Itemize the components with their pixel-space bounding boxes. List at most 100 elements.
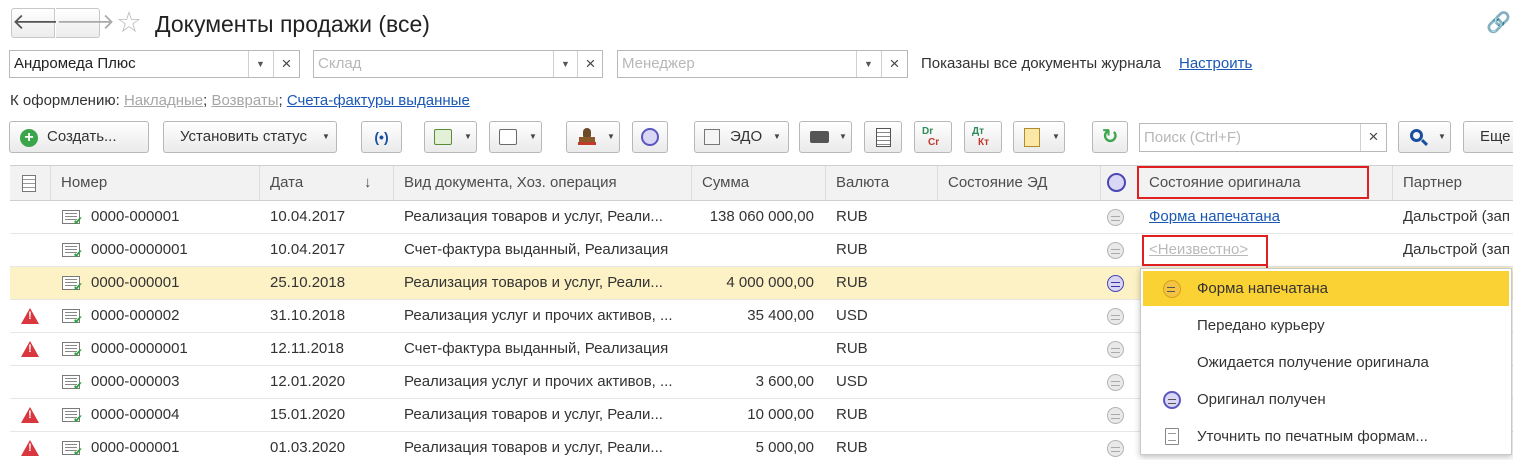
original-state-icon[interactable] [1107, 242, 1124, 259]
search-options-button[interactable]: ▼ [1398, 121, 1451, 153]
menu-item-label: Уточнить по печатным формам... [1197, 428, 1428, 445]
cell-date: 10.04.2017 [270, 208, 346, 225]
exchange-button[interactable]: (•) [361, 121, 402, 153]
stamp-button[interactable]: ▼ [566, 121, 620, 153]
menu-item-awaiting[interactable]: Ожидается получение оригинала [1143, 345, 1509, 380]
header-document-icon[interactable] [10, 166, 51, 200]
checkmark-icon: ✔ [73, 445, 84, 459]
attachments-button[interactable]: ▼ [1013, 121, 1065, 153]
forward-button[interactable]: 🡒 [56, 8, 115, 38]
cell-sum: 35 400,00 [747, 307, 814, 324]
original-state-button[interactable] [632, 121, 668, 153]
menu-item-clarify[interactable]: Уточнить по печатным формам... [1143, 419, 1509, 454]
col-ed-state[interactable]: Состояние ЭД [938, 166, 1101, 200]
col-original-icon[interactable] [1101, 166, 1139, 200]
sort-down-icon: ↓ [364, 174, 372, 191]
configure-link[interactable]: Настроить [1179, 55, 1252, 72]
menu-item-courier[interactable]: Передано курьеру [1143, 308, 1509, 343]
close-icon[interactable]: × [273, 51, 299, 77]
set-status-button[interactable]: Установить статус ▼ [163, 121, 337, 153]
dt-kt-button[interactable]: Дт Кт [964, 121, 1002, 153]
original-state-icon[interactable] [1107, 440, 1124, 457]
create-button[interactable]: + Создать... [9, 121, 149, 153]
cell-number: 0000-000004 [91, 406, 180, 423]
create-based-button[interactable]: ▼ [424, 121, 477, 153]
dr-cr-button[interactable]: Dr Cr [914, 121, 952, 153]
original-state-icon[interactable] [1107, 275, 1124, 292]
tax-invoices-link[interactable]: Счета-фактуры выданные [287, 92, 470, 109]
menu-item-label: Форма напечатана [1197, 280, 1329, 297]
cell-date: 12.11.2018 [270, 340, 344, 357]
chevron-down-icon: ▼ [773, 132, 781, 141]
edo-label: ЭДО [730, 128, 763, 145]
original-state-icon [1107, 173, 1126, 192]
close-icon[interactable]: × [1360, 124, 1386, 151]
menu-item-received[interactable]: Оригинал получен [1143, 382, 1509, 417]
document-icon [22, 175, 36, 192]
original-state-icon[interactable] [1107, 308, 1124, 325]
table-row[interactable]: ✔ 0000-0000001 10.04.2017 Счет-фактура выда… [10, 234, 1513, 267]
cell-date: 25.10.2018 [270, 274, 346, 291]
cell-currency: RUB [836, 274, 868, 291]
edo-button[interactable]: ЭДО ▼ [694, 121, 789, 153]
warning-mark: ! [28, 442, 32, 454]
menu-item-label: Ожидается получение оригинала [1197, 354, 1429, 371]
cell-original-state[interactable]: Форма напечатана [1149, 201, 1389, 233]
cell-doc-type: Счет-фактура выданный, Реализация [404, 340, 669, 357]
checkmark-icon: ✔ [73, 379, 84, 393]
col-date-label: Дата [270, 174, 304, 191]
dr-cr-icon: Dr Cr [922, 126, 940, 148]
table-row[interactable]: ✔ 0000-000001 10.04.2017 Реализация товаров… [10, 201, 1513, 234]
chevron-down-icon[interactable]: ▼ [248, 51, 272, 77]
original-state-icon[interactable] [1107, 374, 1124, 391]
close-icon[interactable]: × [577, 51, 603, 77]
favorite-star-icon[interactable]: ☆ [116, 6, 142, 40]
col-partner[interactable]: Партнер [1393, 166, 1513, 200]
organization-field[interactable]: Андромеда Плюс ▼ × [9, 50, 300, 78]
link-icon[interactable]: 🔗 [1486, 10, 1511, 35]
search-input[interactable]: Поиск (Ctrl+F) × [1139, 123, 1387, 152]
printer-icon [810, 131, 829, 143]
organization-value: Андромеда Плюс [14, 55, 136, 72]
original-state-icon[interactable] [1107, 407, 1124, 424]
checkmark-icon: ✔ [73, 214, 84, 228]
print-button[interactable]: ▼ [799, 121, 852, 153]
cell-sum: 5 000,00 [755, 439, 814, 456]
more-button[interactable]: Еще [1463, 121, 1513, 153]
returns-link[interactable]: Возвраты [211, 92, 278, 109]
cell-number: 0000-000003 [91, 373, 180, 390]
cell-sum: 3 600,00 [755, 373, 814, 390]
col-number[interactable]: Номер [51, 166, 260, 200]
violet-original-icon [1163, 391, 1181, 409]
arrow-right-icon: 🡒 [56, 9, 115, 34]
manager-field[interactable]: Менеджер ▼ × [617, 50, 908, 78]
close-icon[interactable]: × [881, 51, 907, 77]
cell-doc-type: Реализация товаров и услуг, Реали... [404, 406, 663, 423]
back-button[interactable]: 🡐 [11, 8, 71, 38]
chevron-down-icon[interactable]: ▼ [856, 51, 880, 77]
col-currency[interactable]: Валюта [826, 166, 938, 200]
col-sum[interactable]: Сумма [692, 166, 826, 200]
warehouse-field[interactable]: Склад ▼ × [313, 50, 603, 78]
copy-green-icon [434, 129, 452, 145]
col-doc-type[interactable]: Вид документа, Хоз. операция [394, 166, 692, 200]
col-date[interactable]: Дата ↓ [260, 166, 394, 200]
chevron-down-icon: ▼ [607, 132, 615, 141]
invoices-link[interactable]: Накладные [124, 92, 203, 109]
report-button[interactable] [864, 121, 902, 153]
original-state-icon[interactable] [1107, 209, 1124, 226]
refresh-button[interactable]: ↻ [1092, 121, 1128, 153]
structure-button[interactable]: ▼ [489, 121, 542, 153]
original-state-icon [641, 128, 659, 146]
cell-currency: USD [836, 373, 868, 390]
cell-sum [694, 333, 814, 365]
radio-signal-icon: (•) [374, 129, 389, 145]
original-state-icon[interactable] [1107, 341, 1124, 358]
menu-item-printed[interactable]: Форма напечатана [1143, 271, 1509, 306]
set-status-label: Установить статус [180, 128, 307, 145]
document-icon [1165, 428, 1179, 445]
chevron-down-icon[interactable]: ▼ [553, 51, 577, 77]
cell-number: 0000-0000001 [91, 241, 188, 258]
chevron-down-icon: ▼ [322, 132, 330, 141]
cell-number: 0000-000001 [91, 208, 180, 225]
